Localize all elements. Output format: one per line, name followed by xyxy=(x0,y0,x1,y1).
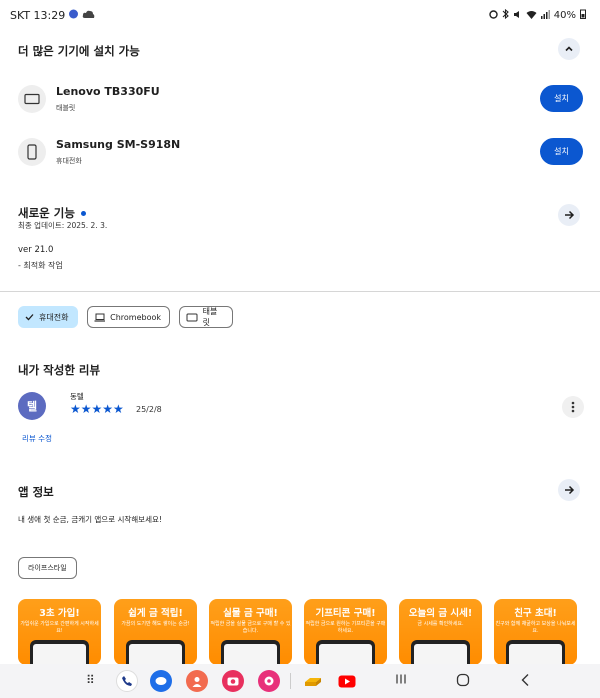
status-bar: SKT 13:29 40% xyxy=(0,0,600,30)
screenshot-card[interactable]: 쉽게 금 적립! 가끔의 도기만 해도 쌓이는 순금! xyxy=(114,599,197,665)
tablet-icon xyxy=(18,85,46,113)
whats-new-arrow-button[interactable] xyxy=(558,204,580,226)
edit-review-link[interactable]: 리뷰 수정 xyxy=(22,433,52,444)
screenshot-title: 오늘의 금 시세! xyxy=(408,608,473,619)
star-rating: ★★★★★ xyxy=(70,403,124,415)
screenshot-subtitle: 적립한 금으로 원하는 기프티콘을 구매하세요. xyxy=(305,621,386,634)
release-note: - 최적화 작업 xyxy=(18,261,63,270)
check-icon xyxy=(25,314,34,321)
app-info-arrow-button[interactable] xyxy=(558,479,580,501)
back-icon[interactable] xyxy=(520,673,530,691)
screenshot-subtitle: 금 시세를 확인하세요. xyxy=(417,621,464,627)
install-button[interactable]: 설치 xyxy=(540,85,583,112)
chip-label: 태블릿 xyxy=(202,307,218,327)
phone-app-icon[interactable] xyxy=(116,670,138,692)
last-updated: 최종 업데이트: 2025. 2. 3. xyxy=(18,221,108,230)
whats-new-header[interactable]: 새로운 기능 xyxy=(18,205,86,221)
screenshot-subtitle: 가끔의 도기만 해도 쌓이는 순금! xyxy=(121,621,190,627)
version-text: ver 21.0 xyxy=(18,245,54,255)
alarm-icon xyxy=(489,9,498,22)
signal-icon xyxy=(540,9,550,22)
screenshot-title: 실물 금 구매! xyxy=(223,608,278,619)
screenshot-card[interactable]: 친구 초대! 친구와 함께 채굴하고 보상을 나눠보세요. xyxy=(494,599,577,665)
screenshot-title: 기프티콘 구매! xyxy=(315,608,376,619)
apps-grid-icon[interactable]: ⠿ xyxy=(86,673,95,687)
phone-mockup xyxy=(316,640,375,665)
phone-mockup xyxy=(30,640,89,665)
device-name: Samsung SM-S918N xyxy=(56,138,181,151)
screenshot-subtitle: 친구와 함께 채굴하고 보상을 나눠보세요. xyxy=(495,621,576,634)
battery-icon xyxy=(580,9,586,22)
device-type: 태블릿 xyxy=(56,104,76,112)
gold-app-icon[interactable] xyxy=(302,670,324,692)
chip-label: 휴대전화 xyxy=(39,312,69,322)
screenshot-title: 친구 초대! xyxy=(514,608,557,619)
phone-mockup xyxy=(221,640,280,665)
whats-new-title: 새로운 기능 xyxy=(18,206,75,220)
screenshot-title: 3초 가입! xyxy=(39,608,80,619)
collapse-button[interactable] xyxy=(558,38,580,60)
home-icon[interactable] xyxy=(456,673,470,691)
device-row-tablet: Lenovo TB330FU 태블릿 설치 xyxy=(18,83,583,119)
arrow-right-icon xyxy=(564,485,574,495)
divider xyxy=(0,291,600,292)
screenshot-card[interactable]: 기프티콘 구매! 적립한 금으로 원하는 기프티콘을 구매하세요. xyxy=(304,599,387,665)
screenshot-subtitle: 가입쉬운 가입으로 간편하게 시작하세요! xyxy=(20,621,99,634)
carrier-time: SKT 13:29 xyxy=(10,9,66,22)
phone-icon xyxy=(18,138,46,166)
devices-section-title: 더 많은 기기에 설치 가능 xyxy=(18,44,140,58)
app-description: 내 생애 첫 순금, 금캐기 앱으로 시작해보세요! xyxy=(18,515,162,524)
camera-app-icon[interactable] xyxy=(222,670,244,692)
phone-mockup xyxy=(506,640,565,665)
chip-chromebook[interactable]: Chromebook xyxy=(87,306,170,328)
screenshot-card[interactable]: 3초 가입! 가입쉬운 가입으로 간편하게 시작하세요! xyxy=(18,599,101,665)
reviewer-name: 동텔 xyxy=(70,392,84,401)
phone-mockup xyxy=(411,640,470,665)
chevron-up-icon xyxy=(565,46,573,52)
rating-stars: ★★★★★ xyxy=(70,402,124,416)
dock-divider xyxy=(290,673,291,689)
gallery-app-icon[interactable] xyxy=(258,670,280,692)
bluetooth-icon xyxy=(502,8,509,22)
category-tag[interactable]: 라이프스타일 xyxy=(18,557,77,579)
cloud-icon xyxy=(82,9,95,22)
review-more-button[interactable] xyxy=(562,396,584,418)
screenshots-carousel[interactable]: 3초 가입! 가입쉬운 가입으로 간편하게 시작하세요! 쉽게 금 적립! 가끔… xyxy=(18,599,600,665)
screenshot-subtitle: 적립한 금을 실물 금으로 구매 할 수 있습니다. xyxy=(210,621,291,634)
messages-app-icon[interactable] xyxy=(150,670,172,692)
youtube-app-icon[interactable] xyxy=(336,670,358,692)
wifi-icon xyxy=(526,10,537,22)
laptop-icon xyxy=(94,313,106,322)
screenshot-card[interactable]: 오늘의 금 시세! 금 시세를 확인하세요. xyxy=(399,599,482,665)
new-dot-icon xyxy=(80,210,86,216)
mute-icon xyxy=(513,10,522,22)
app-info-title: 앱 정보 xyxy=(18,485,54,499)
phone-mockup xyxy=(126,640,185,665)
my-review-title: 내가 작성한 리뷰 xyxy=(18,363,101,377)
review-date: 25/2/8 xyxy=(136,405,162,414)
battery-level: 40% xyxy=(553,10,576,21)
screenshot-title: 쉽게 금 적립! xyxy=(128,608,183,619)
arrow-right-icon xyxy=(564,210,574,220)
navigation-bar: ⠿ xyxy=(0,664,600,698)
device-type: 휴대전화 xyxy=(56,157,82,165)
tablet-icon xyxy=(186,313,198,321)
device-row-phone: Samsung SM-S918N 휴대전화 설치 xyxy=(18,136,583,172)
device-name: Lenovo TB330FU xyxy=(56,85,160,98)
avatar: 텔 xyxy=(18,392,46,420)
recents-icon[interactable] xyxy=(395,673,407,689)
notification-icon xyxy=(68,9,79,22)
contacts-app-icon[interactable] xyxy=(186,670,208,692)
chip-phone[interactable]: 휴대전화 xyxy=(18,306,78,328)
install-button[interactable]: 설치 xyxy=(540,138,583,165)
chip-tablet[interactable]: 태블릿 xyxy=(179,306,233,328)
screenshot-card[interactable]: 실물 금 구매! 적립한 금을 실물 금으로 구매 할 수 있습니다. xyxy=(209,599,292,665)
more-vertical-icon xyxy=(571,401,575,413)
chip-label: Chromebook xyxy=(110,312,161,322)
